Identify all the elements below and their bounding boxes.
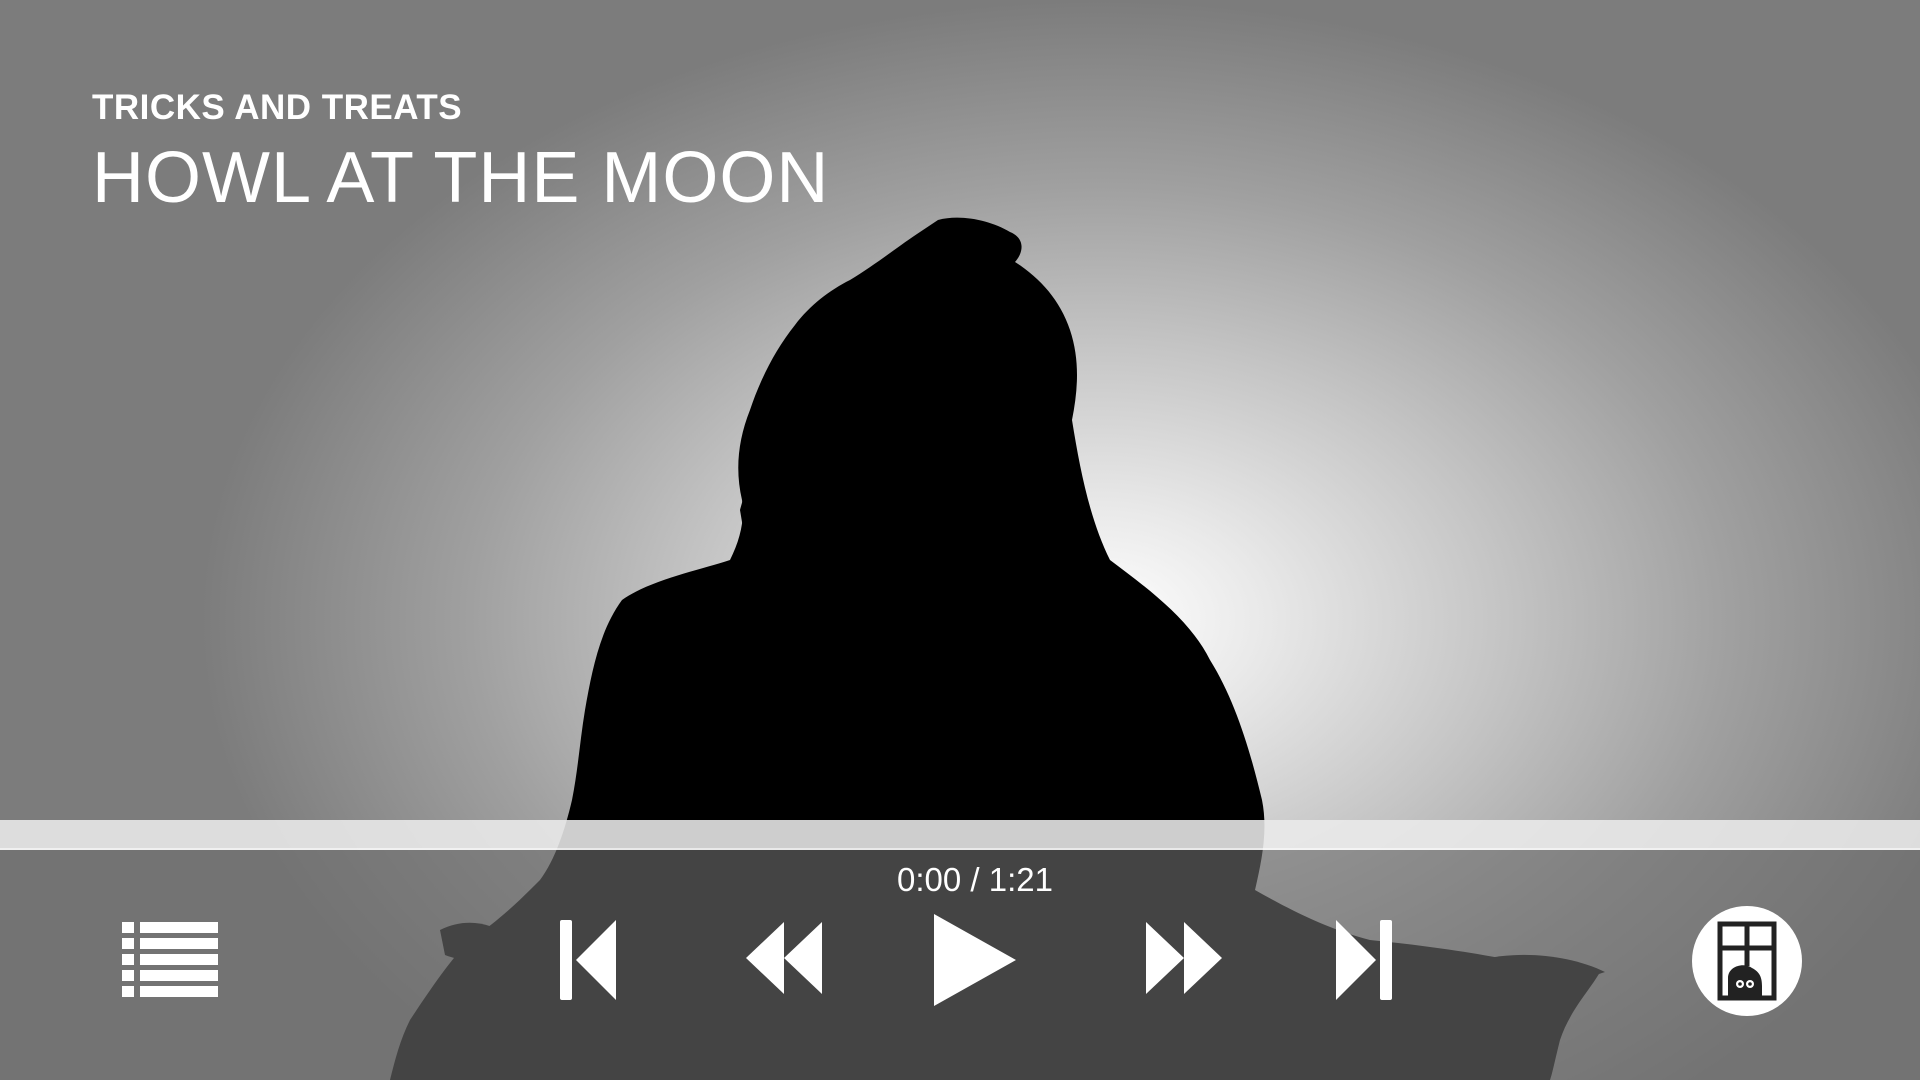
- previous-track-button[interactable]: [556, 918, 620, 1002]
- skip-previous-icon: [560, 920, 616, 1000]
- video-header: TRICKS AND TREATS HOWL AT THE MOON: [92, 84, 829, 222]
- fast-forward-button[interactable]: [1144, 920, 1224, 996]
- playlist-button[interactable]: [122, 922, 218, 998]
- episode-collection-label: TRICKS AND TREATS: [92, 88, 463, 127]
- fast-forward-icon: [1146, 922, 1222, 994]
- rewind-icon: [746, 922, 822, 994]
- list-icon: [122, 922, 218, 997]
- time-display: 0:00 / 1:21: [897, 861, 1053, 898]
- skip-next-icon: [1336, 920, 1392, 1000]
- haunted-house-icon: [1717, 921, 1777, 1001]
- video-title: HOWL AT THE MOON: [92, 138, 830, 218]
- video-player[interactable]: TRICKS AND TREATS HOWL AT THE MOON 0:00 …: [0, 0, 1920, 1080]
- play-button[interactable]: [932, 912, 1018, 1008]
- progress-bar[interactable]: [0, 820, 1920, 850]
- play-icon: [934, 914, 1016, 1006]
- rewind-button[interactable]: [744, 920, 824, 996]
- home-button[interactable]: [1692, 906, 1802, 1016]
- next-track-button[interactable]: [1332, 918, 1396, 1002]
